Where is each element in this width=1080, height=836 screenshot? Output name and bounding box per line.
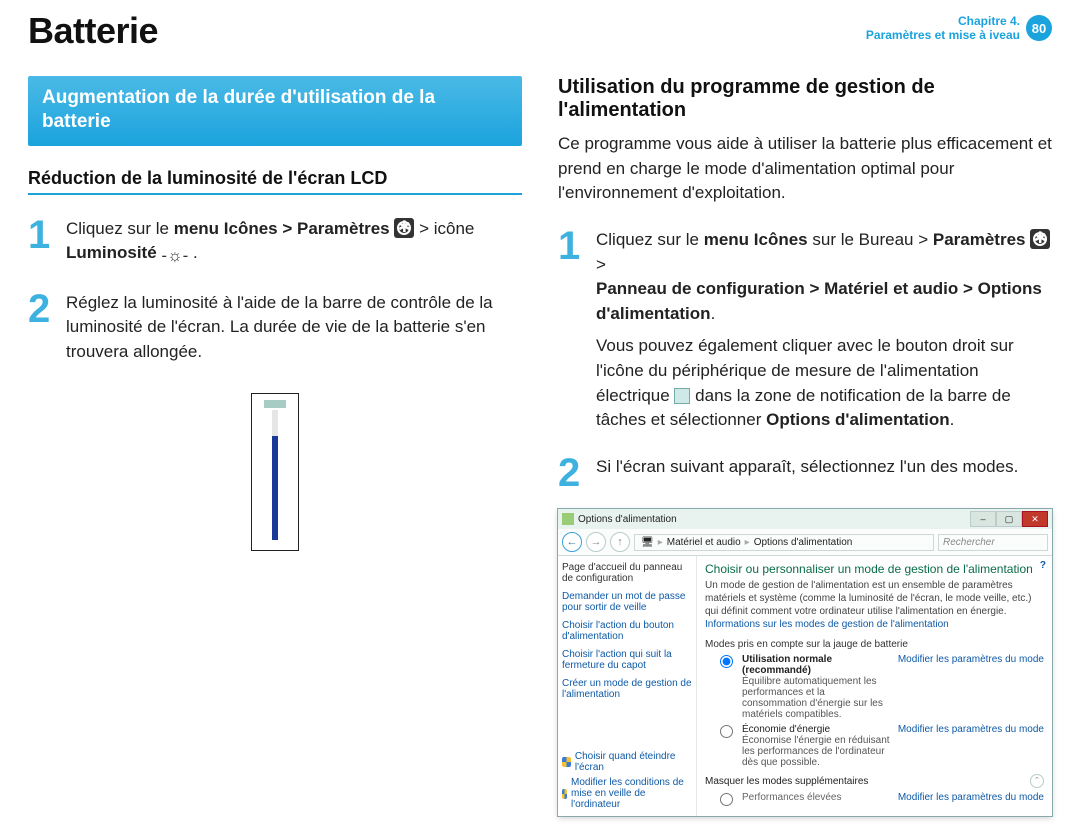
power-meter-icon — [674, 388, 690, 404]
intro-paragraph: Ce programme vous aide à utiliser la bat… — [558, 132, 1052, 206]
window-icon — [562, 513, 574, 525]
maximize-button[interactable]: ▢ — [996, 511, 1022, 527]
step-number-2-right: 2 — [558, 455, 586, 491]
section-banner: Augmentation de la durée d'utilisation d… — [28, 76, 522, 146]
subheading-lcd: Réduction de la luminosité de l'écran LC… — [28, 168, 522, 195]
page-number-badge: 80 — [1026, 15, 1052, 41]
power-options-dialog: Options d'alimentation – ▢ ✕ ← → ↑ 🖥▸ Ma… — [558, 509, 1052, 816]
sidebar-link-button-action[interactable]: Choisir l'action du bouton d'alimentatio… — [562, 620, 692, 642]
gear-icon — [1030, 229, 1050, 249]
brightness-icon: -☼- — [161, 244, 188, 269]
help-icon[interactable]: ? — [1040, 560, 1046, 571]
modify-plan-link[interactable]: Modifier les paramètres du mode — [898, 792, 1044, 803]
plan-name-balanced: Utilisation normale (recommandé) — [742, 654, 892, 676]
step-1-right: Cliquez sur le menu Icônes sur le Bureau… — [596, 228, 1052, 433]
page-title: Batterie — [28, 10, 158, 52]
dialog-main-title: Choisir ou personnaliser un mode de gest… — [705, 562, 1044, 576]
step-2-right: Si l'écran suivant apparaît, sélectionne… — [596, 455, 1052, 491]
search-input[interactable]: Rechercher — [938, 534, 1048, 551]
info-link[interactable]: Informations sur les modes de gestion de… — [705, 619, 949, 630]
brightness-slider-figure — [251, 393, 299, 551]
plan-group-label: Modes pris en compte sur la jauge de bat… — [705, 639, 1044, 650]
sidebar-link-create-plan[interactable]: Créer un mode de gestion de l'alimentati… — [562, 678, 692, 700]
gear-icon — [394, 218, 414, 238]
breadcrumb[interactable]: 🖥▸ Matériel et audio▸ Options d'alimenta… — [634, 534, 934, 551]
plan-radio-saver[interactable] — [720, 725, 733, 738]
minimize-button[interactable]: – — [970, 511, 996, 527]
chapter-line-2: Paramètres et mise à iveau — [866, 28, 1020, 42]
hide-extra-plans[interactable]: Masquer les modes supplémentaires — [705, 776, 868, 787]
step-1-left: Cliquez sur le menu Icônes > Paramètres … — [66, 217, 522, 269]
sidebar-link-lid-action[interactable]: Choisir l'action qui suit la fermeture d… — [562, 649, 692, 671]
step-number-2: 2 — [28, 291, 56, 365]
dialog-main-description: Un mode de gestion de l'alimentation est… — [705, 579, 1044, 631]
back-button[interactable]: ← — [562, 532, 582, 552]
modify-plan-link[interactable]: Modifier les paramètres du mode — [898, 724, 1044, 735]
dialog-sidebar: Page d'accueil du panneau de configurati… — [558, 556, 696, 816]
step-2-left: Réglez la luminosité à l'aide de la barr… — [66, 291, 522, 365]
chapter-block: Chapitre 4. Paramètres et mise à iveau 8… — [866, 14, 1052, 43]
step-number-1: 1 — [28, 217, 56, 269]
plan-radio-balanced[interactable] — [720, 655, 733, 668]
sidebar-home-link[interactable]: Page d'accueil du panneau de configurati… — [562, 562, 692, 584]
sidebar-link-screen-off[interactable]: Choisir quand éteindre l'écran — [575, 751, 692, 773]
sidebar-link-password[interactable]: Demander un mot de passe pour sortir de … — [562, 591, 692, 613]
plan-desc-balanced: Équilibre automatiquement les performanc… — [742, 676, 892, 720]
modify-plan-link[interactable]: Modifier les paramètres du mode — [898, 654, 1044, 665]
chapter-line-1: Chapitre 4. — [866, 14, 1020, 28]
sidebar-link-sleep[interactable]: Modifier les conditions de mise en veill… — [571, 777, 692, 810]
shield-icon — [562, 789, 567, 799]
window-title: Options d'alimentation — [578, 514, 677, 525]
subheading-power-program: Utilisation du programme de gestion de l… — [558, 76, 1052, 122]
plan-name-saver: Économie d'énergie — [742, 724, 892, 735]
close-button[interactable]: ✕ — [1022, 511, 1048, 527]
chevron-up-icon[interactable]: ˆ — [1030, 774, 1044, 788]
plan-desc-saver: Économise l'énergie en réduisant les per… — [742, 735, 892, 768]
up-button[interactable]: ↑ — [610, 532, 630, 552]
plan-radio-high-perf[interactable] — [720, 793, 733, 806]
step-number-1-right: 1 — [558, 228, 586, 433]
forward-button[interactable]: → — [586, 532, 606, 552]
plan-name-high-perf: Performances élevées — [742, 792, 892, 803]
